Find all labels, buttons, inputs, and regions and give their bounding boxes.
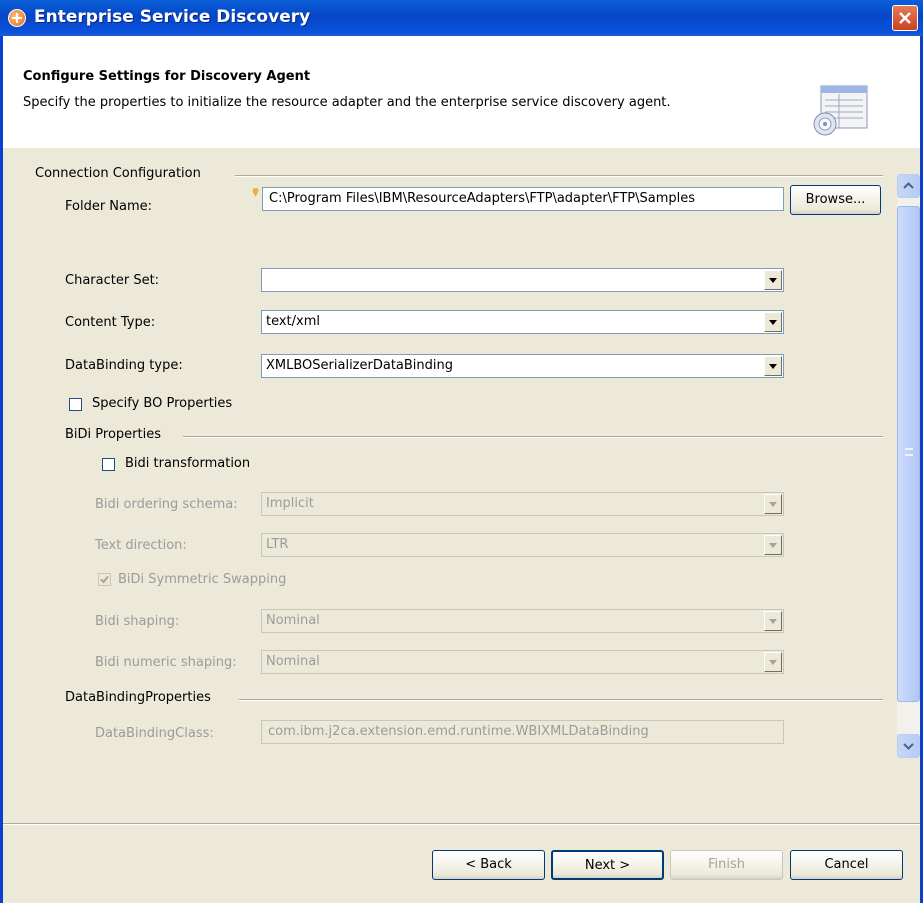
bidi-shaping-value: Nominal <box>266 613 320 628</box>
page-title: Configure Settings for Discovery Agent <box>23 69 311 84</box>
text-direction-label: Text direction: <box>95 538 187 553</box>
scroll-up-icon <box>903 182 914 189</box>
folder-name-input[interactable]: C:\Program Files\IBM\ResourceAdapters\FT… <box>262 187 784 211</box>
dropdown-arrow-icon[interactable] <box>764 312 782 332</box>
content-type-label: Content Type: <box>65 315 156 330</box>
connection-group-label: Connection Configuration <box>35 166 201 181</box>
connection-group-line <box>235 175 883 177</box>
dropdown-arrow-icon[interactable] <box>764 652 782 672</box>
character-set-label: Character Set: <box>65 273 160 288</box>
content-type-value: text/xml <box>266 314 321 329</box>
databinding-props-group-line <box>239 699 883 701</box>
wizard-content: Connection Configuration Folder Name: C:… <box>3 148 920 823</box>
scroll-up-button[interactable] <box>897 174 920 198</box>
footer-separator <box>3 823 920 825</box>
bidi-shaping-select[interactable]: Nominal <box>261 609 784 633</box>
bidi-ordering-select[interactable]: Implicit <box>261 492 784 516</box>
folder-name-label: Folder Name: <box>65 199 153 214</box>
databinding-class-label: DataBindingClass: <box>95 726 214 741</box>
text-direction-select[interactable]: LTR <box>261 533 784 557</box>
dropdown-arrow-icon[interactable] <box>764 270 782 290</box>
wizard-header: Configure Settings for Discovery Agent S… <box>3 36 920 149</box>
bidi-numeric-label: Bidi numeric shaping: <box>95 655 237 670</box>
databinding-type-value: XMLBOSerializerDataBinding <box>266 358 454 373</box>
bidi-ordering-value: Implicit <box>266 496 314 511</box>
dropdown-arrow-icon[interactable] <box>764 535 782 555</box>
databinding-class-input[interactable]: com.ibm.j2ca.extension.emd.runtime.WBIXM… <box>261 720 784 744</box>
dropdown-arrow-icon[interactable] <box>764 356 782 376</box>
text-direction-value: LTR <box>266 537 289 552</box>
wizard-banner-icon <box>813 85 868 136</box>
specify-bo-label[interactable]: Specify BO Properties <box>92 396 232 411</box>
title-bar[interactable]: Enterprise Service Discovery <box>0 0 923 36</box>
symmetric-swapping-label[interactable]: BiDi Symmetric Swapping <box>118 572 286 587</box>
scroll-thumb[interactable] <box>897 206 920 702</box>
dropdown-arrow-icon[interactable] <box>764 494 782 514</box>
close-button[interactable] <box>892 5 918 31</box>
dropdown-arrow-icon[interactable] <box>764 611 782 631</box>
databinding-props-group-label: DataBindingProperties <box>65 690 211 705</box>
window-title: Enterprise Service Discovery <box>34 7 311 27</box>
databinding-type-select[interactable]: XMLBOSerializerDataBinding <box>261 354 784 378</box>
checkbox-check-icon <box>100 575 109 584</box>
app-icon <box>8 9 26 27</box>
bidi-shaping-label: Bidi shaping: <box>95 614 180 629</box>
required-field-icon <box>252 188 259 197</box>
cancel-button[interactable]: Cancel <box>790 850 903 880</box>
bidi-transformation-label[interactable]: Bidi transformation <box>125 456 250 471</box>
back-button[interactable]: < Back <box>432 850 545 880</box>
finish-button[interactable]: Finish <box>670 850 783 880</box>
symmetric-swapping-checkbox[interactable] <box>98 573 111 586</box>
browse-button[interactable]: Browse... <box>790 185 881 215</box>
vertical-scrollbar[interactable] <box>897 174 920 758</box>
scroll-down-button[interactable] <box>897 734 920 758</box>
character-set-select[interactable] <box>261 268 784 292</box>
next-button[interactable]: Next > <box>551 850 664 880</box>
bidi-transformation-checkbox[interactable] <box>102 458 115 471</box>
bidi-group-line <box>183 436 883 438</box>
content-type-select[interactable]: text/xml <box>261 310 784 334</box>
scroll-down-icon <box>903 743 914 750</box>
close-icon <box>899 12 911 24</box>
databinding-type-label: DataBinding type: <box>65 358 183 373</box>
scroll-grip-icon <box>905 448 913 456</box>
bidi-numeric-value: Nominal <box>266 654 320 669</box>
bidi-ordering-label: Bidi ordering schema: <box>95 497 238 512</box>
bidi-group-label: BiDi Properties <box>65 427 161 442</box>
bidi-numeric-select[interactable]: Nominal <box>261 650 784 674</box>
page-description: Specify the properties to initialize the… <box>23 95 671 110</box>
specify-bo-checkbox[interactable] <box>69 398 82 411</box>
